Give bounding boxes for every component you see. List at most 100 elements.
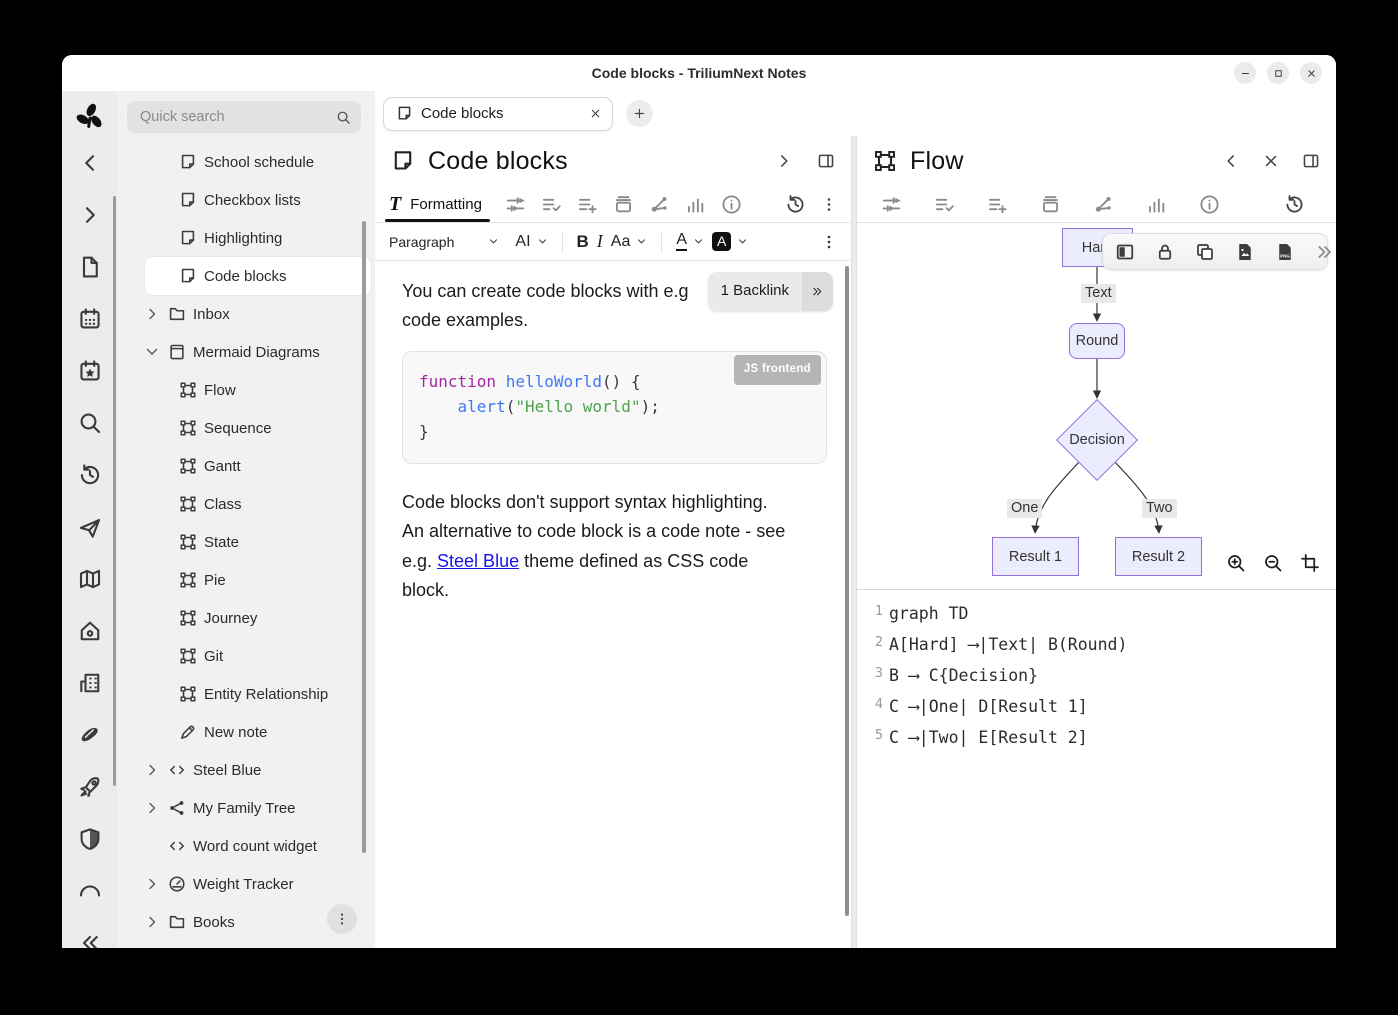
tree-item-weight-tracker[interactable]: Weight Tracker bbox=[117, 865, 375, 903]
calendar-icon[interactable] bbox=[78, 307, 102, 331]
move-pane-left-icon[interactable] bbox=[1222, 152, 1240, 170]
tree-item-new-note[interactable]: New note bbox=[117, 713, 375, 751]
expand-ribbon-icon[interactable] bbox=[775, 152, 793, 170]
tree-item-class[interactable]: Class bbox=[117, 485, 375, 523]
building-icon[interactable] bbox=[78, 671, 102, 695]
tab-close-icon[interactable] bbox=[589, 107, 602, 120]
tree-item-flow[interactable]: Flow bbox=[117, 371, 375, 409]
chevron-right-icon[interactable] bbox=[144, 800, 160, 816]
tree-item-journey[interactable]: Journey bbox=[117, 599, 375, 637]
basic-properties-icon[interactable] bbox=[881, 194, 902, 215]
toggle-editor-panel-icon[interactable] bbox=[1115, 242, 1135, 262]
chevron-right-icon[interactable] bbox=[144, 876, 160, 892]
tab-code-blocks[interactable]: Code blocks bbox=[383, 97, 613, 131]
note-map-icon[interactable] bbox=[649, 194, 670, 215]
background-color-button[interactable]: A bbox=[712, 232, 748, 251]
backlink-widget[interactable]: 1 Backlink bbox=[708, 272, 833, 311]
shield-icon[interactable] bbox=[78, 827, 102, 851]
note-info-icon[interactable] bbox=[721, 194, 742, 215]
bold-button[interactable]: B bbox=[577, 232, 589, 252]
calendar-star-icon[interactable] bbox=[78, 359, 102, 383]
lock-icon[interactable] bbox=[1155, 242, 1175, 262]
rocket-icon[interactable] bbox=[78, 775, 102, 799]
mermaid-diagram[interactable]: Hard Round Decision Result 1 Result 2 Te… bbox=[857, 223, 1336, 589]
basic-properties-icon[interactable] bbox=[505, 194, 526, 215]
split-pane-icon[interactable] bbox=[817, 152, 835, 170]
mermaid-source-editor[interactable]: 1graph TD2A[Hard] ⟶|Text| B(Round)3B ⟶ C… bbox=[857, 589, 1336, 948]
source-line-3[interactable]: 3B ⟶ C{Decision} bbox=[869, 661, 1336, 692]
tree-item-statistics[interactable]: Statistics bbox=[117, 941, 375, 948]
owned-attributes-icon[interactable] bbox=[934, 194, 955, 215]
close-pane-icon[interactable] bbox=[1262, 152, 1280, 170]
tree-item-pie[interactable]: Pie bbox=[117, 561, 375, 599]
node-round[interactable]: Round bbox=[1069, 323, 1125, 359]
similar-notes-icon[interactable] bbox=[685, 194, 706, 215]
file-icon[interactable] bbox=[78, 255, 102, 279]
more-tools-icon[interactable] bbox=[1315, 242, 1335, 262]
chevron-right-icon[interactable] bbox=[144, 914, 160, 930]
home-icon[interactable] bbox=[78, 619, 102, 643]
tree-item-git[interactable]: Git bbox=[117, 637, 375, 675]
source-line-5[interactable]: 5C ⟶|Two| E[Result 2] bbox=[869, 723, 1336, 754]
tree-item-sequence[interactable]: Sequence bbox=[117, 409, 375, 447]
editor-scrollbar[interactable] bbox=[845, 266, 849, 916]
owned-attributes-icon[interactable] bbox=[541, 194, 562, 215]
bread-icon[interactable] bbox=[78, 723, 102, 747]
quick-search-input[interactable] bbox=[140, 109, 336, 125]
node-result-1[interactable]: Result 1 bbox=[992, 537, 1079, 576]
chevron-right-icon[interactable] bbox=[144, 306, 160, 322]
text-case-button[interactable]: Aa bbox=[611, 233, 648, 251]
collapse-sidebar-icon[interactable] bbox=[78, 931, 102, 948]
tree-item-checkbox-lists[interactable]: Checkbox lists bbox=[117, 181, 375, 219]
inherited-attributes-icon[interactable] bbox=[987, 194, 1008, 215]
minimize-button[interactable] bbox=[1234, 62, 1256, 84]
export-svg-icon[interactable] bbox=[1235, 242, 1255, 262]
tree-item-highlighting[interactable]: Highlighting bbox=[117, 219, 375, 257]
history-icon[interactable] bbox=[78, 463, 102, 487]
split-pane-icon[interactable] bbox=[1302, 152, 1320, 170]
steel-blue-link[interactable]: Steel Blue bbox=[437, 551, 519, 571]
tree-more-button[interactable] bbox=[327, 904, 357, 934]
revisions-icon[interactable] bbox=[785, 194, 806, 215]
zoom-out-icon[interactable] bbox=[1263, 553, 1283, 573]
tree-item-my-family-tree[interactable]: My Family Tree bbox=[117, 789, 375, 827]
close-button[interactable] bbox=[1300, 62, 1322, 84]
inherited-attributes-icon[interactable] bbox=[577, 194, 598, 215]
source-line-1[interactable]: 1graph TD bbox=[869, 599, 1336, 630]
tree-item-entity-relationship[interactable]: Entity Relationship bbox=[117, 675, 375, 713]
ribbon-tab-formatting[interactable]: T Formatting bbox=[389, 186, 482, 222]
tree-item-word-count-widget[interactable]: Word count widget bbox=[117, 827, 375, 865]
source-line-2[interactable]: 2A[Hard] ⟶|Text| B(Round) bbox=[869, 630, 1336, 661]
paper-plane-icon[interactable] bbox=[78, 515, 102, 539]
chevron-right-icon[interactable] bbox=[78, 203, 102, 227]
flow-title[interactable]: Flow bbox=[910, 147, 964, 176]
map-book-icon[interactable] bbox=[78, 567, 102, 591]
tree-item-state[interactable]: State bbox=[117, 523, 375, 561]
tree-item-code-blocks[interactable]: Code blocks bbox=[145, 257, 371, 295]
italic-button[interactable]: I bbox=[597, 231, 603, 252]
note-paths-icon[interactable] bbox=[1040, 194, 1061, 215]
note-title[interactable]: Code blocks bbox=[428, 147, 568, 176]
font-color-button[interactable]: A bbox=[676, 232, 704, 251]
revisions-icon[interactable] bbox=[1284, 194, 1305, 215]
note-paths-icon[interactable] bbox=[613, 194, 634, 215]
chevron-right-icon[interactable] bbox=[144, 762, 160, 778]
fit-to-screen-icon[interactable] bbox=[1300, 553, 1320, 573]
paragraph-dropdown[interactable]: Paragraph bbox=[389, 234, 499, 250]
backlink-count[interactable]: 1 Backlink bbox=[708, 272, 802, 311]
note-map-icon[interactable] bbox=[1093, 194, 1114, 215]
font-size-button[interactable]: AI bbox=[515, 233, 547, 251]
backlink-expand-button[interactable] bbox=[802, 272, 833, 311]
new-tab-button[interactable] bbox=[626, 100, 653, 127]
note-info-icon[interactable] bbox=[1199, 194, 1220, 215]
gauge-arc-icon[interactable] bbox=[78, 879, 102, 903]
tree-item-inbox[interactable]: Inbox bbox=[117, 295, 375, 333]
tree-item-steel-blue[interactable]: Steel Blue bbox=[117, 751, 375, 789]
similar-notes-icon[interactable] bbox=[1146, 194, 1167, 215]
tree-scrollbar[interactable] bbox=[362, 221, 366, 853]
chevron-down-icon[interactable] bbox=[144, 344, 160, 360]
export-png-icon[interactable]: PNG bbox=[1275, 242, 1295, 262]
quick-search[interactable] bbox=[127, 101, 361, 133]
node-result-2[interactable]: Result 2 bbox=[1115, 537, 1202, 576]
toolbar-more-icon[interactable] bbox=[821, 234, 837, 250]
